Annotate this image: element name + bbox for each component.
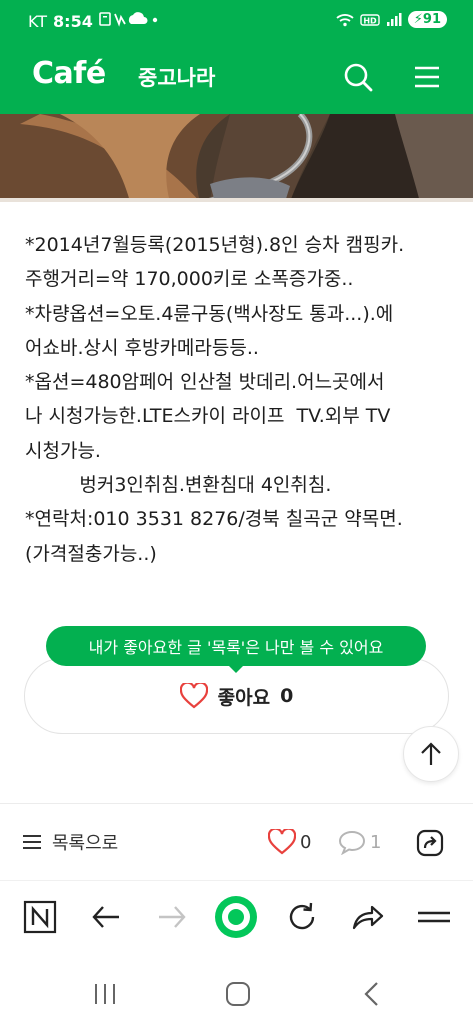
svg-text:HD: HD (363, 16, 377, 25)
menu-button[interactable] (407, 57, 447, 97)
browser-home-button[interactable] (214, 895, 258, 939)
post-line: *2014년7월등록(2015년형).8인 승차 캠핑카. (25, 234, 405, 256)
recents-button[interactable] (85, 974, 125, 1014)
like-tooltip: 내가 좋아요한 글 '목록'은 나만 볼 수 있어요 (46, 626, 426, 673)
naver-button[interactable] (18, 895, 62, 939)
system-nav-bar (0, 958, 473, 1024)
footer-like-button[interactable]: 0 (268, 829, 311, 855)
post-line: 시청가능. (25, 439, 101, 462)
post-line: (가격절충가능..) (25, 542, 157, 565)
status-notification-icons (99, 12, 158, 27)
post-line: 나 시청가능한.LTE스카이 라이프 TV.외부 TV (25, 405, 391, 428)
share-arrow-icon (352, 905, 384, 930)
home-button[interactable] (218, 974, 258, 1014)
comment-icon (338, 830, 366, 855)
back-icon (364, 982, 378, 1006)
post-line: 어쇼바.상시 후방카메라등등.. (25, 336, 259, 359)
footer-comment-count: 1 (370, 831, 382, 853)
like-count: 0 (280, 685, 294, 707)
naver-n-icon (23, 900, 57, 934)
hd-icon: HD (360, 13, 380, 26)
back-arrow-icon (92, 906, 119, 928)
browser-menu-button[interactable] (412, 895, 456, 939)
green-home-icon (215, 896, 257, 938)
status-bar: KT 8:54 HD ⚡91 (0, 0, 473, 44)
post-line: *옵션=480암페어 인산철 밧데리.어느곳에서 (25, 371, 385, 394)
like-label: 좋아요 (217, 686, 271, 709)
browser-refresh-button[interactable] (280, 895, 324, 939)
notification-icons (99, 11, 159, 31)
recents-icon (95, 984, 115, 1004)
battery-level: 91 (422, 12, 441, 27)
scroll-top-button[interactable] (403, 726, 459, 782)
menu-icon (415, 66, 439, 88)
footer-comment-button[interactable]: 1 (338, 829, 381, 855)
browser-share-button[interactable] (346, 895, 390, 939)
battery-indicator: ⚡91 (407, 11, 447, 28)
back-to-list-button[interactable]: 목록으로 (22, 829, 118, 855)
list-label: 목록으로 (52, 833, 119, 854)
post-line: 벙커3인취침.변환침대 4인취침. (25, 474, 332, 497)
wifi-icon (336, 13, 354, 26)
browser-forward-button[interactable] (150, 895, 194, 939)
footer-like-count: 0 (300, 831, 312, 853)
carrier-label: KT (28, 11, 48, 31)
cafe-name[interactable]: 중고나라 (138, 62, 215, 92)
post-photo[interactable] (0, 114, 473, 202)
footer-share-button[interactable] (414, 827, 446, 859)
back-button[interactable] (352, 974, 392, 1014)
divider (0, 803, 473, 804)
heart-icon (179, 683, 208, 709)
signal-icon (386, 12, 402, 26)
post-photo-image (0, 114, 473, 202)
home-icon (226, 982, 250, 1006)
post-line: *차량옵션=오토.4륜구동(백사장도 통과...).에 (25, 302, 394, 325)
status-time: 8:54 (53, 11, 93, 31)
browser-menu-icon (418, 911, 450, 923)
status-bar-left: KT 8:54 (28, 11, 159, 31)
list-icon (23, 835, 41, 849)
browser-toolbar (0, 884, 473, 950)
search-icon (344, 63, 373, 92)
forward-arrow-icon (159, 906, 186, 928)
post-content: *2014년7월등록(2015년형).8인 승차 캠핑카. 주행거리=약 170… (25, 228, 455, 571)
arrow-up-icon (421, 742, 441, 765)
divider (0, 880, 473, 881)
browser-back-button[interactable] (84, 895, 128, 939)
app-header: Café 중고나라 (0, 44, 473, 114)
heart-outline-icon (268, 829, 296, 855)
share-icon (416, 829, 444, 857)
status-bar-right: HD ⚡91 (336, 11, 447, 28)
search-button[interactable] (338, 57, 378, 97)
refresh-icon (289, 902, 315, 930)
post-line: 주행거리=약 170,000키로 소폭증가중.. (25, 268, 354, 291)
post-footer-bar: 목록으로 0 1 (0, 815, 473, 871)
cafe-logo[interactable]: Café (32, 56, 106, 91)
post-line: *연락처:010 3531 8276/경북 칠곡군 약목면. (25, 508, 403, 531)
